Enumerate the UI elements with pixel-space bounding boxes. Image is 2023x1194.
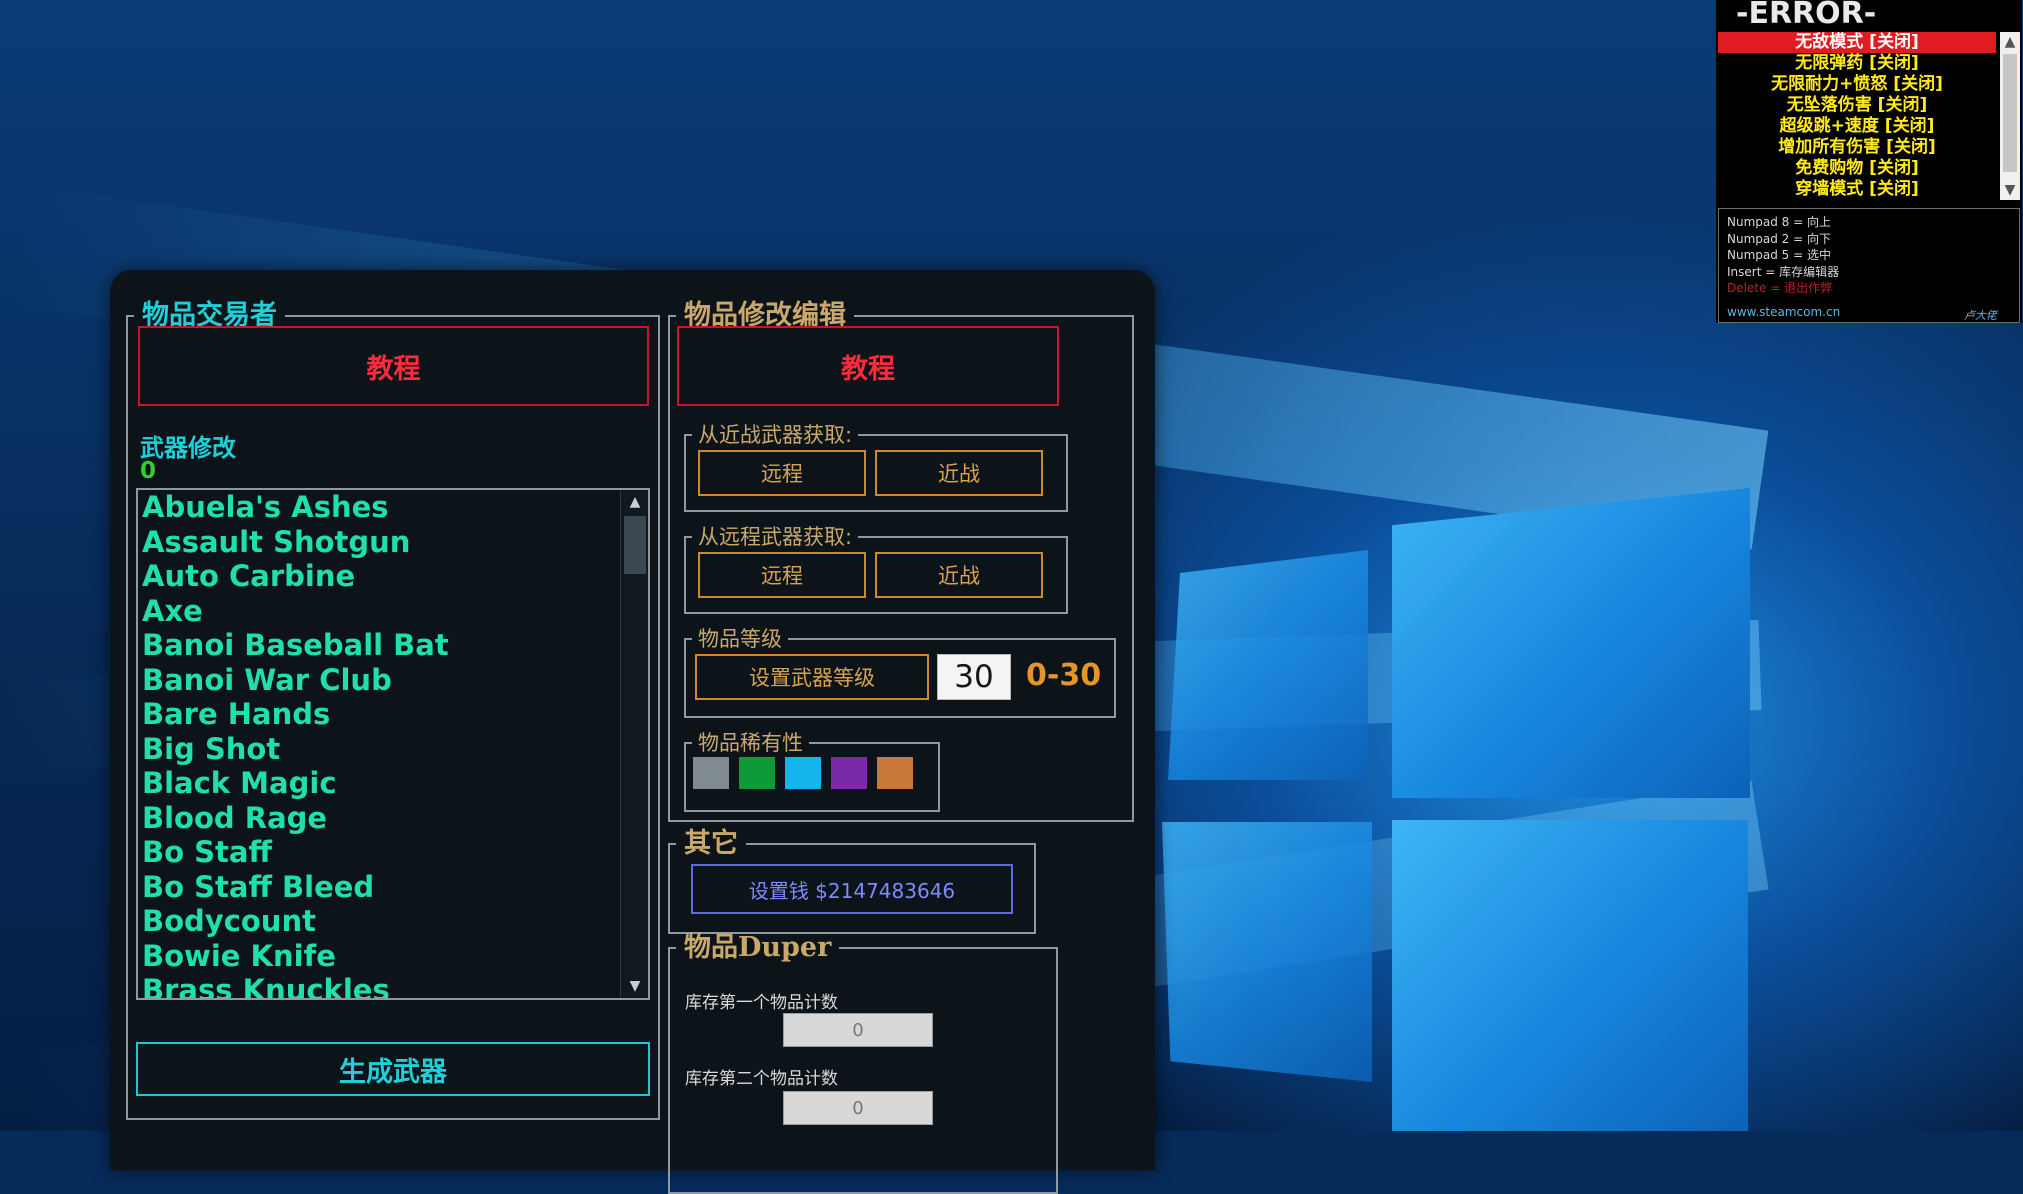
cheat-toggle-item[interactable]: 超级跳+速度 [关闭] — [1718, 116, 1996, 137]
rarity-swatch[interactable] — [785, 757, 821, 789]
weapon-list-item[interactable]: Assault Shotgun — [142, 525, 410, 559]
item-duper-title: 物品Duper — [684, 932, 832, 963]
scroll-up-arrow-icon[interactable]: ▲ — [2000, 32, 2020, 52]
windows-logo-pane-top-right — [1392, 488, 1750, 798]
weapon-list-item[interactable]: Bo Staff — [142, 835, 272, 869]
weapon-level-range: 0-30 — [1026, 658, 1102, 693]
item-rarity-legend: 物品稀有性 — [698, 731, 803, 755]
windows-logo-pane-bottom-right — [1392, 820, 1748, 1131]
scroll-down-arrow-icon[interactable]: ▼ — [621, 976, 648, 996]
set-weapon-level-button[interactable]: 设置武器等级 — [695, 654, 929, 700]
first-item-count-input[interactable]: 0 — [783, 1013, 933, 1047]
weapon-list[interactable]: Abuela's Ashes Assault Shotgun Auto Carbin… — [136, 488, 650, 1000]
cheat-list-scrollbar[interactable]: ▲ ▼ — [2000, 32, 2020, 200]
hotkey-line: Numpad 2 = 向下 — [1727, 231, 1831, 246]
website-link[interactable]: www.steamcom.cn — [1727, 305, 1840, 319]
scrollbar-thumb[interactable] — [2003, 54, 2017, 172]
weapon-list-scrollbar[interactable]: ▲ ▼ — [620, 490, 648, 998]
weapon-list-item[interactable]: Big Shot — [142, 732, 280, 766]
weapon-list-item[interactable]: Brass Knuckles — [142, 973, 390, 998]
cheat-toggle-item[interactable]: 无敌模式 [关闭] — [1718, 32, 1996, 53]
rarity-swatch[interactable] — [831, 757, 867, 789]
cheat-overlay-panel: -ERROR- 无敌模式 [关闭] 无限弹药 [关闭] 无限耐力+愤怒 [关闭] 无坠… — [1716, 0, 2022, 323]
scrollbar-thumb[interactable] — [624, 516, 646, 574]
cheat-toggle-item[interactable]: 无限耐力+愤怒 [关闭] — [1718, 74, 1996, 95]
weapon-count: 0 — [140, 458, 157, 484]
ranged-to-ranged-button[interactable]: 远程 — [698, 552, 866, 598]
overlay-title: -ERROR- — [1736, 0, 1877, 31]
weapon-list-item[interactable]: Bo Staff Bleed — [142, 870, 374, 904]
weapon-list-item[interactable]: Bare Hands — [142, 697, 330, 731]
weapon-list-item[interactable]: Black Magic — [142, 766, 337, 800]
weapon-list-item[interactable]: Bowie Knife — [142, 939, 336, 973]
hotkey-line: Numpad 5 = 选中 — [1727, 248, 1831, 262]
weapon-list-item[interactable]: Blood Rage — [142, 801, 327, 835]
weapon-list-item[interactable]: Axe — [142, 594, 203, 628]
cheat-toggle-item[interactable]: 免费购物 [关闭] — [1718, 158, 1996, 179]
cheat-list[interactable]: 无敌模式 [关闭] 无限弹药 [关闭] 无限耐力+愤怒 [关闭] 无坠落伤害 [关闭]… — [1718, 32, 1996, 200]
weapon-list-item[interactable]: Bodycount — [142, 904, 316, 938]
from-melee-legend: 从近战武器获取: — [698, 423, 853, 447]
cheat-toggle-item[interactable]: 无坠落伤害 [关闭] — [1718, 95, 1996, 116]
second-item-count-label: 库存第二个物品计数 — [685, 1069, 838, 1089]
melee-to-ranged-button[interactable]: 远程 — [698, 450, 866, 496]
rarity-swatch[interactable] — [877, 757, 913, 789]
weapon-list-item[interactable]: Banoi Baseball Bat — [142, 628, 449, 662]
other-title: 其它 — [684, 828, 738, 859]
windows-logo-pane-top-left — [1168, 550, 1368, 780]
rarity-swatch[interactable] — [739, 757, 775, 789]
weapon-level-input[interactable]: 30 — [937, 654, 1011, 700]
hotkey-legend: Numpad 8 = 向上 Numpad 2 = 向下 Numpad 5 = 选中 I… — [1718, 208, 2020, 323]
cheat-toggle-item[interactable]: 穿墙模式 [关闭] — [1718, 179, 1996, 200]
hotkey-line: Numpad 8 = 向上 — [1727, 215, 1831, 229]
weapon-list-item[interactable]: Auto Carbine — [142, 559, 355, 593]
item-level-legend: 物品等级 — [698, 627, 782, 651]
generate-weapon-button[interactable]: 生成武器 — [136, 1042, 650, 1096]
first-item-count-label: 库存第一个物品计数 — [685, 993, 838, 1013]
rarity-swatch[interactable] — [693, 757, 729, 789]
cheat-toggle-item[interactable]: 无限弹药 [关闭] — [1718, 53, 1996, 74]
trainer-window: 物品交易者 教程 武器修改 0 Abuela's Ashes Assault Sh… — [110, 270, 1155, 1194]
hotkey-line: Delete = 退出作弊 — [1727, 281, 1833, 295]
author-signature: 卢大佬 — [1964, 309, 1997, 322]
windows-logo-pane-bottom-left — [1162, 822, 1372, 1082]
second-item-count-input[interactable]: 0 — [783, 1091, 933, 1125]
scroll-up-arrow-icon[interactable]: ▲ — [621, 492, 648, 512]
scroll-down-arrow-icon[interactable]: ▼ — [2000, 180, 2020, 200]
cheat-toggle-item[interactable]: 增加所有伤害 [关闭] — [1718, 137, 1996, 158]
weapon-list-item[interactable]: Abuela's Ashes — [142, 490, 389, 524]
ranged-to-melee-button[interactable]: 近战 — [875, 552, 1043, 598]
editor-tutorial-button[interactable]: 教程 — [677, 326, 1059, 406]
weapon-list-item[interactable]: Banoi War Club — [142, 663, 392, 697]
from-ranged-legend: 从远程武器获取: — [698, 525, 853, 549]
melee-to-melee-button[interactable]: 近战 — [875, 450, 1043, 496]
set-money-button[interactable]: 设置钱 $2147483646 — [691, 864, 1013, 914]
trader-tutorial-button[interactable]: 教程 — [138, 326, 649, 406]
hotkey-line: Insert = 库存编辑器 — [1727, 264, 1840, 279]
